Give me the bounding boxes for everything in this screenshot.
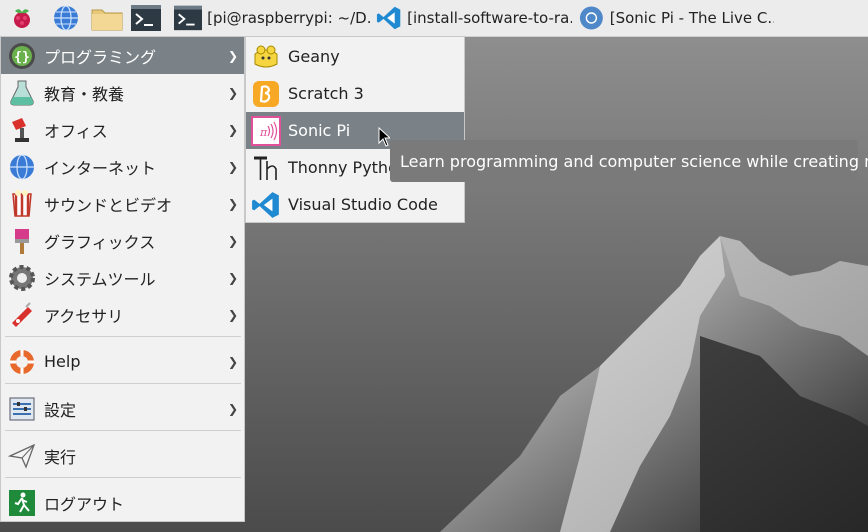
menu-item-sound-video[interactable]: サウンドとビデオ ❯ [1,185,244,222]
menu-item-label: 教育・教養 [44,84,125,104]
menu-item-label: プログラミング [44,47,157,67]
submenu-item-label: Sonic Pi [288,121,351,140]
chevron-right-icon: ❯ [228,270,239,285]
menu-item-accessories[interactable]: アクセサリ ❯ [1,296,244,333]
settings-icon [7,394,37,424]
svg-text:π: π [259,126,268,139]
task-chromium-label: [Sonic Pi - The Live C... [609,9,774,27]
menu-item-logout[interactable]: ログアウト [1,484,244,521]
chevron-right-icon: ❯ [228,233,239,248]
logout-icon [7,488,37,518]
menu-item-label: 設定 [44,400,77,420]
sound-video-icon [7,189,37,219]
tooltip: Learn programming and computer science w… [390,140,868,182]
vscode-icon [251,190,281,220]
system-tools-icon [7,263,37,293]
submenu-item-label: Visual Studio Code [288,195,438,214]
submenu-item-vscode[interactable]: Visual Studio Code [246,186,464,223]
sonic-pi-icon: π [251,115,281,146]
office-icon [7,115,37,145]
programming-submenu: Geany Scratch 3 π Sonic Pi Thonny Python… [245,36,465,223]
application-menu: {} プログラミング ❯ 教育・教養 ❯ オフィス ❯ インターネット ❯ サウ… [0,36,245,522]
chevron-right-icon: ❯ [228,85,239,100]
submenu-item-scratch[interactable]: Scratch 3 [246,75,464,112]
vscode-icon [376,6,401,30]
menu-item-label: 実行 [44,447,77,467]
accessories-icon [7,300,37,330]
thonny-icon [251,153,281,183]
submenu-item-label: Scratch 3 [288,84,364,103]
menu-item-graphics[interactable]: グラフィックス ❯ [1,222,244,259]
menu-separator [5,383,241,384]
menu-separator [5,336,241,337]
chevron-right-icon: ❯ [228,48,239,63]
menu-item-system-tools[interactable]: システムツール ❯ [1,259,244,296]
geany-icon [251,42,281,72]
graphics-icon [7,226,37,256]
mouse-cursor-icon [378,127,390,147]
task-chromium[interactable]: [Sonic Pi - The Live C... [578,2,774,34]
menu-separator [5,477,241,478]
terminal-icon [174,5,203,31]
svg-text:{}: {} [14,50,30,65]
menu-item-label: ログアウト [44,494,125,514]
chevron-right-icon: ❯ [228,354,239,369]
menu-item-label: アクセサリ [44,306,124,326]
help-icon [7,347,37,377]
task-vscode[interactable]: [install-software-to-ra... [376,2,572,34]
task-terminal[interactable]: [pi@raspberrypi: ~/D... [174,2,370,34]
chevron-right-icon: ❯ [228,307,239,322]
menu-item-label: Help [44,352,81,371]
menu-item-label: インターネット [44,158,157,178]
menu-item-label: グラフィックス [44,232,156,252]
menu-item-label: システムツール [44,269,156,289]
submenu-item-geany[interactable]: Geany [246,38,464,75]
task-terminal-label: [pi@raspberrypi: ~/D... [207,9,370,27]
file-manager-icon[interactable] [90,4,124,32]
internet-icon [7,152,37,182]
chevron-right-icon: ❯ [228,159,239,174]
education-icon [7,78,37,108]
menu-item-label: サウンドとビデオ [44,195,173,215]
terminal-launcher-icon[interactable] [130,4,162,32]
menu-item-programming[interactable]: {} プログラミング ❯ [1,37,244,74]
taskbar: [pi@raspberrypi: ~/D... [install-softwar… [0,0,868,37]
browser-globe-icon[interactable] [52,4,80,32]
task-vscode-label: [install-software-to-ra... [407,9,572,27]
menu-item-settings[interactable]: 設定 ❯ [1,390,244,427]
chevron-right-icon: ❯ [228,122,239,137]
menu-item-internet[interactable]: インターネット ❯ [1,148,244,185]
menu-item-help[interactable]: Help ❯ [1,343,244,380]
raspberry-menu-icon[interactable] [8,4,36,32]
menu-item-education[interactable]: 教育・教養 ❯ [1,74,244,111]
run-icon [7,441,37,471]
menu-item-label: オフィス [44,121,108,141]
submenu-item-label: Geany [288,47,340,66]
menu-item-office[interactable]: オフィス ❯ [1,111,244,148]
chevron-right-icon: ❯ [228,401,239,416]
menu-separator [5,430,241,431]
programming-icon: {} [7,41,37,71]
menu-item-run[interactable]: 実行 [1,437,244,474]
chevron-right-icon: ❯ [228,196,239,211]
scratch-icon [251,79,281,109]
chromium-icon [579,6,603,30]
